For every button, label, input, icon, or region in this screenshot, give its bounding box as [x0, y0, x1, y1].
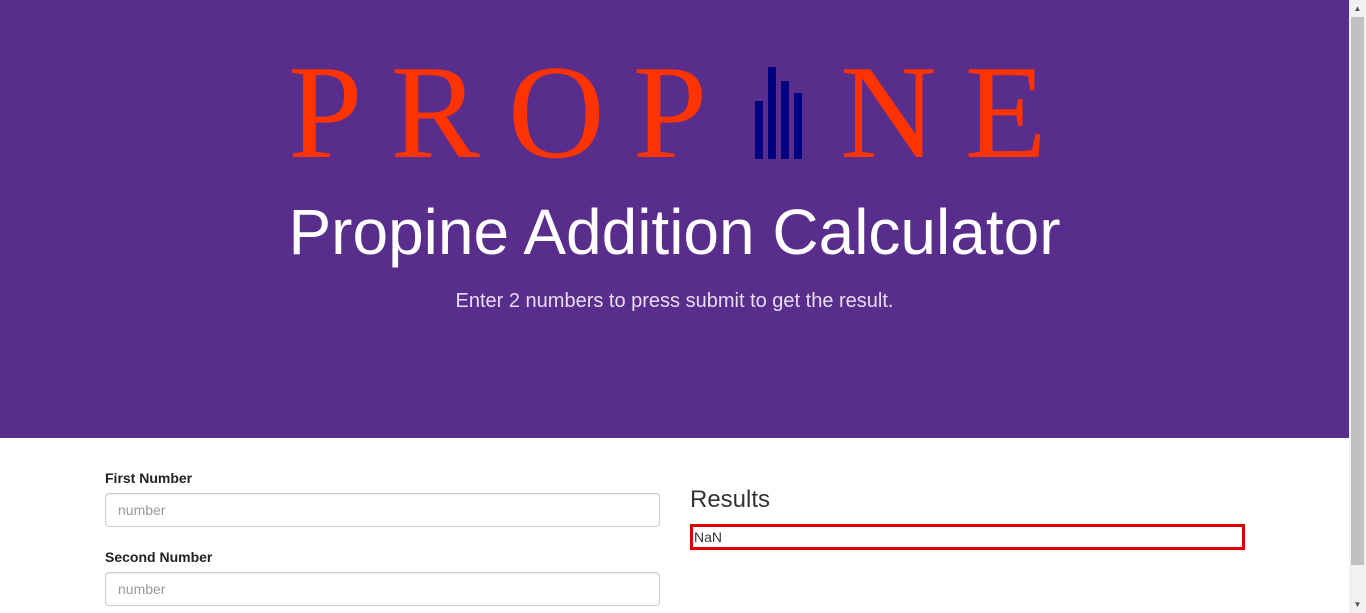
result-output: NaN: [690, 524, 1245, 550]
first-number-input[interactable]: [105, 493, 660, 527]
logo-text-right: NE: [840, 38, 1075, 186]
propine-logo: PROP NE: [288, 38, 1068, 186]
page-subtitle: Enter 2 numbers to press submit to get t…: [455, 290, 894, 312]
second-number-label: Second Number: [105, 549, 213, 565]
hero-banner: PROP NE Propine Addition Calculator Ente…: [0, 0, 1349, 438]
scroll-up-arrow-icon[interactable]: ▲: [1349, 0, 1366, 17]
scroll-down-arrow-icon[interactable]: ▼: [1349, 596, 1366, 613]
second-number-input[interactable]: [105, 572, 660, 606]
results-heading: Results: [690, 486, 771, 513]
first-number-label: First Number: [105, 470, 193, 486]
results-panel: Results NaN: [690, 484, 1246, 550]
scroll-thumb[interactable]: [1351, 17, 1364, 565]
bar-chart-icon: [755, 67, 803, 159]
vertical-scrollbar[interactable]: ▲ ▼: [1349, 0, 1366, 613]
page: PROP NE Propine Addition Calculator Ente…: [0, 0, 1366, 613]
number-form: First Number Second Number: [105, 468, 661, 613]
logo-text-left: PROP: [288, 38, 736, 186]
page-title: Propine Addition Calculator: [288, 196, 1061, 268]
